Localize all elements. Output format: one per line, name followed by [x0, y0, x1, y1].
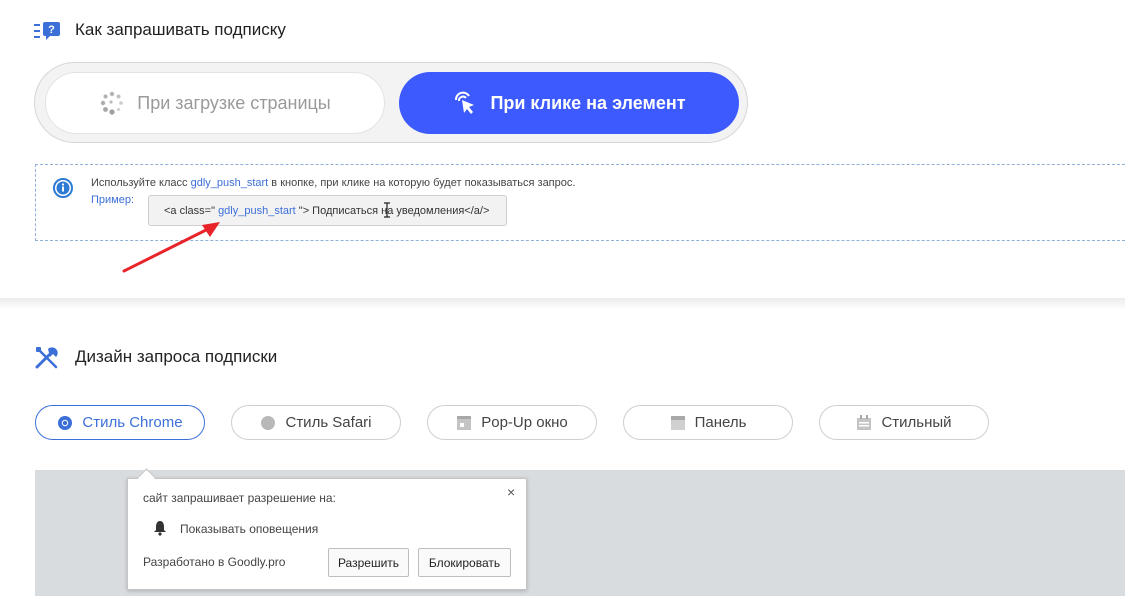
mode-page-load-button[interactable]: При загрузке страницы — [45, 72, 385, 134]
example-label: Пример: — [91, 194, 135, 206]
style-popup-label: Pop-Up окно — [481, 414, 568, 431]
style-stylish-button[interactable]: Стильный — [819, 405, 989, 440]
style-chrome-label: Стиль Chrome — [82, 414, 183, 431]
style-chrome-button[interactable]: Стиль Chrome — [35, 405, 205, 440]
info-icon — [53, 178, 73, 198]
style-safari-label: Стиль Safari — [285, 414, 372, 431]
style-popup-button[interactable]: Pop-Up окно — [427, 405, 597, 440]
click-cursor-icon — [455, 91, 475, 114]
mode-toggle: При загрузке страницы При клике на элеме… — [34, 62, 748, 143]
chrome-icon — [58, 415, 73, 430]
section-divider — [0, 298, 1125, 310]
loading-dots-icon — [101, 91, 124, 115]
question-list-icon: ? — [34, 22, 60, 40]
section-title-design: Дизайн запроса подписки — [75, 347, 278, 366]
bell-icon — [154, 521, 166, 536]
popup-title: сайт запрашивает разрешение на: — [143, 491, 336, 505]
style-safari-button[interactable]: Стиль Safari — [231, 405, 401, 440]
close-icon[interactable]: × — [507, 484, 515, 500]
stylish-icon — [857, 414, 872, 430]
svg-text:?: ? — [48, 24, 55, 36]
text-cursor-icon — [384, 202, 390, 218]
mode-page-load-label: При загрузке страницы — [137, 92, 331, 113]
info-class-name: gdly_push_start — [190, 177, 269, 189]
section-title-subscription: Как запрашивать подписку — [75, 20, 286, 39]
tools-icon — [35, 347, 58, 369]
popup-window-icon — [457, 415, 472, 430]
red-arrow-icon — [122, 222, 220, 273]
code-after: "> Подписаться на уведомления</a/> — [298, 204, 490, 217]
mode-click-element-label: При клике на элемент — [490, 92, 686, 113]
popup-developer-text: Разработано в Goodly.pro — [143, 555, 286, 569]
popup-permission-text: Показывать оповещения — [180, 522, 319, 536]
panel-icon — [670, 415, 685, 430]
allow-button[interactable]: Разрешить — [328, 548, 409, 577]
mode-click-element-button[interactable]: При клике на элемент — [399, 72, 739, 134]
style-stylish-label: Стильный — [881, 414, 952, 431]
safari-icon — [261, 415, 276, 430]
info-text-after: в кнопке, при клике на которую будет пок… — [268, 177, 576, 189]
info-text-before: Используйте класс — [91, 177, 191, 189]
block-button[interactable]: Блокировать — [418, 548, 511, 577]
info-text: Используйте класс gdly_push_start в кноп… — [91, 177, 575, 189]
style-panel-button[interactable]: Панель — [623, 405, 793, 440]
style-panel-label: Панель — [694, 414, 747, 431]
